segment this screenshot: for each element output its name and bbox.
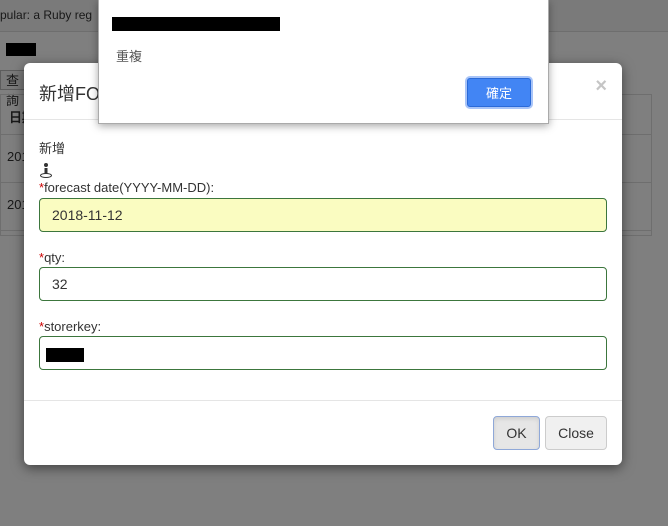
storerkey-label: *storerkey:	[39, 319, 102, 334]
storerkey-input[interactable]	[39, 336, 607, 370]
person-icon	[40, 163, 52, 178]
alert-dialog: 重複 確定	[98, 0, 549, 124]
ok-button[interactable]: OK	[493, 416, 540, 450]
forecast-date-input[interactable]	[39, 198, 607, 232]
forecast-date-label: *forecast date(YYYY-MM-DD):	[39, 180, 215, 195]
redacted-storerkey-value	[46, 348, 84, 362]
close-icon[interactable]: ×	[595, 76, 607, 96]
confirm-button[interactable]: 確定	[467, 78, 531, 107]
modal-title: 新增FO	[39, 84, 100, 104]
redacted-alert-title	[112, 17, 280, 31]
alert-message: 重複	[116, 49, 143, 64]
form-caption: 新增	[39, 141, 66, 156]
modal-footer: OK Close	[24, 400, 622, 466]
close-button[interactable]: Close	[545, 416, 607, 450]
qty-input[interactable]	[39, 267, 607, 301]
qty-label: *qty:	[39, 250, 66, 265]
